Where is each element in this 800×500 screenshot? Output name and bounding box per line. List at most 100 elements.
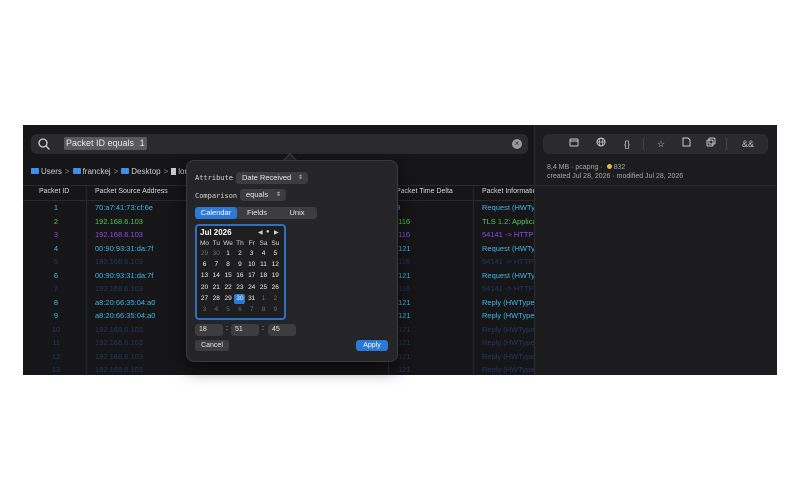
attribute-label: Attribute xyxy=(195,174,233,182)
toolbar-divider xyxy=(726,138,727,150)
calendar-day[interactable]: 5 xyxy=(223,305,234,315)
calendar-day[interactable]: 4 xyxy=(258,249,269,259)
today-dot-icon[interactable]: ● xyxy=(266,229,270,235)
calendar-day[interactable]: 28 xyxy=(211,294,222,304)
copy-icon[interactable] xyxy=(704,137,718,151)
calendar-day[interactable]: 2 xyxy=(234,249,245,259)
time-delta-cell: .121 xyxy=(396,311,411,320)
star-icon[interactable]: ☆ xyxy=(654,137,668,151)
weekday-label: We xyxy=(223,240,233,247)
calendar-day[interactable]: 24 xyxy=(246,283,257,293)
cancel-button[interactable]: Cancel xyxy=(195,340,229,351)
calendar-day[interactable]: 21 xyxy=(211,283,222,293)
source-address-cell: a8:20:66:35:04:a0 xyxy=(95,297,156,307)
folder-icon xyxy=(121,168,130,174)
date-mode-segmented-control: Calendar Fields Unix xyxy=(195,207,317,219)
info-cell: Reply (HWType= xyxy=(482,351,539,361)
calendar-day[interactable]: 29 xyxy=(223,294,234,304)
attribute-select[interactable]: Date Received ⇕ xyxy=(236,172,308,184)
minute-field[interactable]: 51 xyxy=(231,324,259,336)
column-header-source-address[interactable]: Packet Source Address xyxy=(95,188,168,195)
column-header-info[interactable]: Packet Informatio xyxy=(482,188,536,195)
globe-icon[interactable] xyxy=(594,137,608,151)
search-token[interactable]: Packet ID equals 1 xyxy=(64,137,147,150)
breadcrumb-item-users[interactable]: Users xyxy=(31,167,62,176)
time-delta-cell: .116 xyxy=(396,257,411,266)
calendar-day[interactable]: 22 xyxy=(223,283,234,293)
calendar-icon[interactable] xyxy=(567,137,581,151)
time-separator: : xyxy=(262,325,264,332)
time-delta-cell: .116 xyxy=(396,216,411,226)
calendar-day[interactable]: 20 xyxy=(199,283,210,293)
info-cell: TLS 1.2: Applica xyxy=(482,216,537,226)
calendar-day[interactable]: 17 xyxy=(246,271,257,281)
breadcrumb-item-desktop[interactable]: Desktop xyxy=(121,167,161,176)
source-address-cell: 192.168.6.103 xyxy=(95,365,143,374)
calendar-day[interactable]: 31 xyxy=(246,294,257,304)
second-field[interactable]: 45 xyxy=(268,324,296,336)
calendar-day[interactable]: 8 xyxy=(223,260,234,270)
search-bar[interactable]: Packet ID equals 1 × xyxy=(31,134,528,154)
column-header-packet-id[interactable]: Packet ID xyxy=(39,188,69,195)
calendar-day[interactable]: 3 xyxy=(246,249,257,259)
calendar-day[interactable]: 23 xyxy=(234,283,245,293)
calendar-day[interactable]: 19 xyxy=(270,271,281,281)
info-cell: Reply (HWType= xyxy=(482,365,539,374)
calendar-day[interactable]: 9 xyxy=(234,260,245,270)
calendar-day[interactable]: 30 xyxy=(211,249,222,259)
next-month-icon[interactable]: ▶ xyxy=(274,229,279,236)
calendar-day[interactable]: 14 xyxy=(211,271,222,281)
source-address-cell: 192.168.6.103 xyxy=(95,230,143,239)
source-address-cell: 192.168.6.103 xyxy=(95,216,143,226)
search-token-text: Packet ID equals xyxy=(66,138,135,148)
calendar-day[interactable]: 10 xyxy=(246,260,257,270)
calendar-day-selected[interactable]: 30 xyxy=(234,293,246,304)
calendar-day[interactable]: 18 xyxy=(258,271,269,281)
calendar-day[interactable]: 15 xyxy=(223,271,234,281)
braces-icon[interactable]: {} xyxy=(620,137,634,151)
time-delta-cell: .121 xyxy=(396,243,411,253)
calendar-day[interactable]: 27 xyxy=(199,294,210,304)
info-cell: Reply (HWType= xyxy=(482,311,539,320)
calendar-day[interactable]: 29 xyxy=(199,249,210,259)
previous-month-icon[interactable]: ◀ xyxy=(258,229,263,236)
tab-calendar[interactable]: Calendar xyxy=(195,207,237,219)
clear-search-icon[interactable]: × xyxy=(512,139,522,149)
source-address-cell: 00:90:93:31:da:7f xyxy=(95,270,154,280)
info-cell: 54141 -> HTTPS xyxy=(482,284,539,293)
hour-field[interactable]: 18 xyxy=(195,324,223,336)
calendar-day[interactable]: 16 xyxy=(234,271,245,281)
calendar-day[interactable]: 1 xyxy=(223,249,234,259)
calendar-day[interactable]: 8 xyxy=(258,305,269,315)
breadcrumb-item-user[interactable]: franckej xyxy=(72,167,111,176)
calendar-day[interactable]: 1 xyxy=(258,294,269,304)
comparison-select[interactable]: equals ⇕ xyxy=(240,189,286,201)
source-address-cell: a8:20:66:35:04:a0 xyxy=(95,311,156,320)
calendar-day[interactable]: 26 xyxy=(270,283,281,293)
column-header-time-delta[interactable]: Packet Time Delta xyxy=(396,188,453,195)
calendar-day[interactable]: 13 xyxy=(199,271,210,281)
calendar-day[interactable]: 11 xyxy=(258,260,269,270)
document-icon[interactable] xyxy=(679,137,693,151)
and-operator-button[interactable]: && xyxy=(739,137,757,151)
time-delta-cell: .121 xyxy=(396,297,411,307)
calendar-day[interactable]: 12 xyxy=(270,260,281,270)
tab-fields[interactable]: Fields xyxy=(237,207,277,219)
table-row[interactable]: 13 192.168.6.103.121 Reply (HWType= xyxy=(23,363,539,375)
calendar-day[interactable]: 3 xyxy=(199,305,210,315)
apply-button[interactable]: Apply xyxy=(356,340,388,351)
calendar-day[interactable]: 9 xyxy=(270,305,281,315)
calendar-day[interactable]: 2 xyxy=(270,294,281,304)
folder-icon xyxy=(31,168,39,174)
file-size-type: 8,4 MB · pcapng · xyxy=(547,164,603,171)
calendar-day[interactable]: 25 xyxy=(258,283,269,293)
source-address-cell: 70:a7:41:73:cf:6e xyxy=(95,203,153,212)
calendar-day[interactable]: 6 xyxy=(234,305,245,315)
calendar-month: Jul 2026 xyxy=(200,228,232,237)
calendar-day[interactable]: 6 xyxy=(199,260,210,270)
calendar-day[interactable]: 5 xyxy=(270,249,281,259)
calendar-day[interactable]: 7 xyxy=(211,260,222,270)
calendar-day[interactable]: 4 xyxy=(211,305,222,315)
calendar-day[interactable]: 7 xyxy=(246,305,257,315)
tab-unix[interactable]: Unix xyxy=(277,207,317,219)
